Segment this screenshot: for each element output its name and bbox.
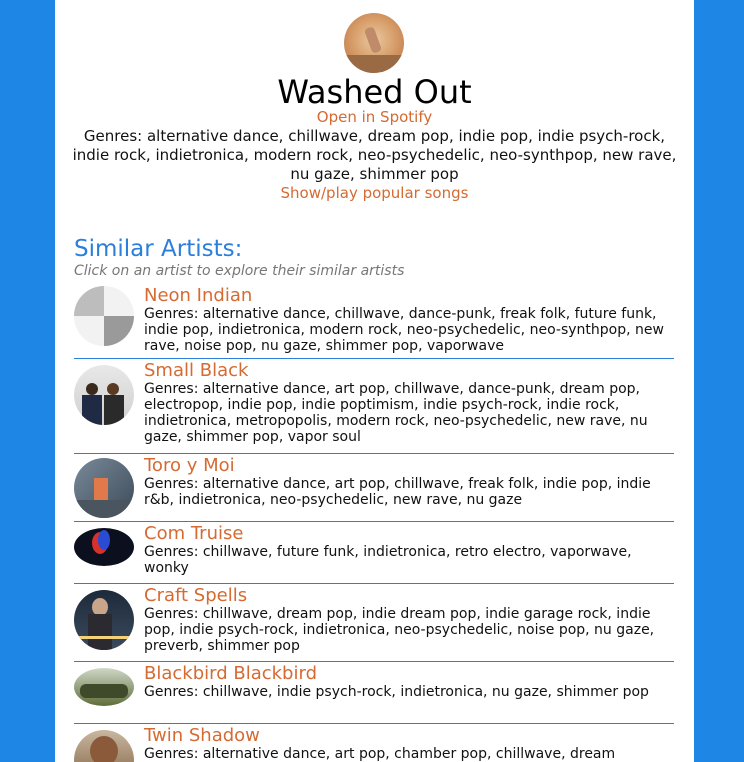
artist-thumbnail[interactable] [74, 730, 134, 762]
artist-genres: Genres: chillwave, future funk, indietro… [144, 544, 632, 576]
artist-name-link[interactable]: Craft Spells [144, 586, 674, 606]
artist-genres: Genres: chillwave, dream pop, indie drea… [144, 606, 655, 654]
similar-artists-subtitle: Click on an artist to explore their simi… [74, 263, 405, 279]
photo-figure [363, 26, 383, 54]
open-in-spotify-link[interactable]: Open in Spotify [55, 108, 694, 127]
similar-artist-blackbird-blackbird[interactable]: Blackbird Blackbird Genres: chillwave, i… [74, 662, 674, 724]
similar-artists-heading: Similar Artists: [74, 236, 243, 262]
similar-artist-toro-y-moi[interactable]: Toro y Moi Genres: alternative dance, ar… [74, 454, 674, 522]
artist-thumbnail[interactable] [74, 365, 134, 425]
artist-genres: Genres: alternative dance, art pop, chil… [144, 476, 651, 508]
similar-artists-list: Neon Indian Genres: alternative dance, c… [74, 284, 674, 762]
similar-artist-com-truise[interactable]: Com Truise Genres: chillwave, future fun… [74, 522, 674, 584]
artist-thumbnail[interactable] [74, 286, 134, 346]
show-popular-songs-link[interactable]: Show/play popular songs [55, 184, 694, 203]
artist-name-link[interactable]: Toro y Moi [144, 456, 674, 476]
artist-genres: Genres: chillwave, indie psych-rock, ind… [144, 684, 649, 700]
artist-page: Washed Out Open in Spotify Genres: alter… [55, 0, 694, 762]
artist-genres: Genres: alternative dance, chillwave, da… [144, 306, 664, 354]
artist-name: Washed Out [277, 73, 472, 111]
artist-photo [344, 13, 404, 73]
artist-genres: Genres: alternative dance, art pop, chil… [144, 381, 648, 445]
artist-thumbnail[interactable] [74, 668, 134, 706]
artist-name-link[interactable]: Small Black [144, 361, 674, 381]
similar-artist-twin-shadow[interactable]: Twin Shadow Genres: alternative dance, a… [74, 724, 674, 762]
artist-name-link[interactable]: Neon Indian [144, 286, 674, 306]
photo-ground [344, 55, 404, 73]
artist-genres: Genres: alternative dance, chillwave, dr… [72, 127, 677, 183]
similar-artist-craft-spells[interactable]: Craft Spells Genres: chillwave, dream po… [74, 584, 674, 662]
artist-thumbnail[interactable] [74, 590, 134, 650]
artist-name-link[interactable]: Com Truise [144, 524, 674, 544]
artist-thumbnail[interactable] [74, 528, 134, 566]
artist-genres: Genres: alternative dance, art pop, cham… [144, 746, 616, 762]
artist-name-link[interactable]: Blackbird Blackbird [144, 664, 674, 684]
similar-artist-neon-indian[interactable]: Neon Indian Genres: alternative dance, c… [74, 284, 674, 359]
artist-name-link[interactable]: Twin Shadow [144, 726, 674, 746]
artist-thumbnail[interactable] [74, 458, 134, 518]
similar-artist-small-black[interactable]: Small Black Genres: alternative dance, a… [74, 359, 674, 454]
